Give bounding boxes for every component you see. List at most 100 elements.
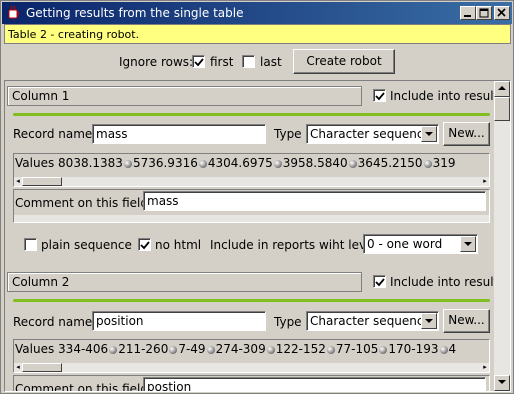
chevron-down-icon [498,380,506,384]
panel-vertical-scrollbar[interactable] [494,81,510,391]
value-separator-icon [109,345,118,354]
column-2-new-type-button[interactable]: New... [443,309,490,333]
value-item: 122-152 [275,342,326,356]
column-2-separator [13,299,490,302]
column-2-comment-label: Comment on this field [15,382,148,392]
column-1-separator [13,113,490,116]
column-1-comment-input[interactable]: mass [143,191,486,211]
columns-scroll-panel[interactable]: Column 1 Include into result Record name… [4,80,511,392]
minimize-icon [464,15,471,17]
column-1-values-line: Values 8038.1383 5736.9316 4304.6975 3958.5… [15,156,455,170]
ignore-rows-bar: Ignore rows: first last Create robot [1,49,514,74]
value-separator-icon [198,159,207,168]
column-2-values-scrollbar[interactable]: ◂ ▸ [14,363,489,372]
value-separator-icon [379,345,388,354]
column-2-type-label: Type [274,315,302,329]
banner-text: Table 2 - creating robot. [8,28,140,41]
java-cup-icon [8,5,19,19]
column-2-include-checkbox[interactable] [373,275,386,288]
column-1-report-level-select[interactable]: 0 - one word [363,234,478,254]
column-1-include-label: Include into result [390,89,499,103]
ignore-last-checkbox[interactable] [242,55,255,68]
column-1-record-name-input[interactable]: mass [92,124,266,144]
create-robot-button[interactable]: Create robot [293,49,395,74]
column-2-values-line: Values 334-406 211-260 7-49 274-309 122-152 7… [15,342,456,356]
value-separator-icon [326,345,335,354]
column-1-plain-sequence-label: plain sequence [41,238,132,252]
column-1-values-scrollbar[interactable]: ◂ ▸ [14,177,489,186]
column-1-new-type-button[interactable]: New... [443,122,490,146]
ignore-rows-label: Ignore rows: [119,55,194,69]
scroll-down-button[interactable] [494,375,510,391]
chevron-down-icon[interactable] [460,236,476,252]
column-2-title: Column 2 [12,275,70,289]
value-item: 4 [448,342,457,356]
ignore-first-label: first [210,55,234,69]
column-1-report-level-value: 0 - one word [367,237,443,251]
chevron-down-icon[interactable] [421,313,437,329]
value-separator-icon [206,345,215,354]
column-1-no-html-checkbox[interactable] [138,238,151,251]
column-1-values-label: Values [15,156,55,170]
column-1-type-value: Character sequence [310,127,431,141]
minimize-button[interactable] [460,6,476,20]
title-bar[interactable]: Getting results from the single table [2,2,512,24]
column-2-values-label: Values [15,342,55,356]
scroll-left-icon[interactable]: ◂ [14,177,22,186]
value-item: 3958.5840 [282,156,348,170]
main-window: Getting results from the single table Ta… [0,0,514,394]
column-2-comment-box: Comment on this field postion [13,375,490,392]
scroll-right-icon[interactable]: ▸ [481,363,489,372]
checkmark-icon [140,241,150,250]
value-separator-icon [348,159,357,168]
column-2-record-name-input[interactable]: position [92,311,266,331]
chevron-down-icon[interactable] [421,126,437,142]
value-item: 334-406 [58,342,109,356]
column-2-type-value: Character sequence [310,314,431,328]
value-separator-icon [439,345,448,354]
column-2-type-select[interactable]: Character sequence [306,311,439,331]
info-banner: Table 2 - creating robot. [4,24,511,44]
column-1-type-label: Type [274,127,302,141]
column-1-no-html-label: no html [155,238,202,252]
column-1-type-select[interactable]: Character sequence [306,124,439,144]
value-separator-icon [423,159,432,168]
value-item: 274-309 [215,342,266,356]
maximize-button[interactable] [476,6,492,20]
maximize-icon [479,8,489,18]
value-item: 8038.1383 [58,156,123,170]
column-1-include-checkbox[interactable] [373,89,386,102]
scroll-thumb[interactable] [22,363,62,372]
scroll-up-button[interactable] [494,81,510,97]
value-item: 3645.2150 [357,156,423,170]
close-button[interactable] [494,6,510,20]
checkmark-icon [194,58,204,67]
window-title: Getting results from the single table [26,6,244,20]
value-separator-icon [266,345,275,354]
checkmark-icon [375,278,385,287]
ignore-first-checkbox[interactable] [192,55,205,68]
column-2-record-name-label: Record name [13,315,93,329]
scroll-right-icon[interactable]: ▸ [481,177,489,186]
value-separator-icon [169,345,178,354]
value-item: 7-49 [178,342,206,356]
value-separator-icon [123,159,132,168]
column-1-comment-scrollbar[interactable] [14,215,489,222]
close-icon [497,8,506,17]
column-1-values-box: Values 8038.1383 5736.9316 4304.6975 3958.5… [13,153,490,187]
column-2-header: Column 2 [7,272,362,292]
column-2-comment-input[interactable]: postion [143,377,486,391]
vertical-scroll-thumb[interactable] [494,97,510,121]
column-2-include-label: Include into result [390,275,499,289]
column-1-plain-sequence-checkbox[interactable] [24,238,37,251]
column-1-header: Column 1 [7,86,362,106]
column-1-title: Column 1 [12,89,70,103]
ignore-last-label: last [260,55,282,69]
value-item: 4304.6975 [207,156,273,170]
column-1-comment-label: Comment on this field [15,196,148,210]
value-item: 170-193 [388,342,439,356]
scroll-thumb[interactable] [22,177,62,186]
column-2-values-box: Values 334-406 211-260 7-49 274-309 122-152 7… [13,339,490,373]
chevron-up-icon [498,86,506,90]
scroll-left-icon[interactable]: ◂ [14,363,22,372]
